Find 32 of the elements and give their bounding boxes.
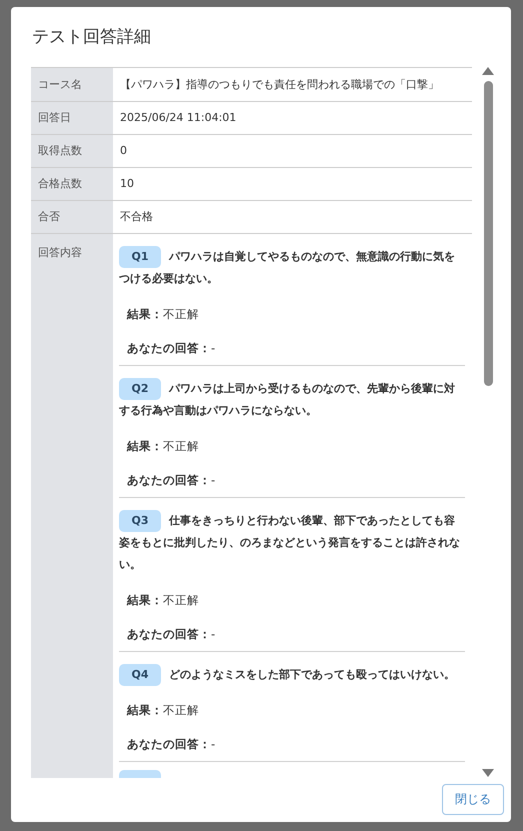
result-text: 結果：不正解 bbox=[126, 702, 200, 718]
question-text: Q2 パワハラは上司から受けるものなので、先輩から後輩に対する行為や言動はパワハラにならない。 bbox=[119, 378, 465, 422]
row-label: 合格点数 bbox=[31, 167, 113, 200]
answer-text: あなたの回答：- bbox=[126, 736, 216, 752]
row-value: 【パワハラ】指導のつもりでも責任を問われる職場での「口撃」 bbox=[113, 68, 472, 101]
result-text: 結果：不正解 bbox=[126, 306, 200, 322]
row-label: 合否 bbox=[31, 200, 113, 233]
question-text: Q4 どのようなミスをした部下であっても殴ってはいけない。 bbox=[119, 664, 465, 686]
question-number: Q1 bbox=[119, 246, 161, 268]
row-value: 2025/06/24 11:04:01 bbox=[113, 101, 472, 134]
scroll-up-icon[interactable] bbox=[482, 67, 494, 75]
row-label: 回答内容 bbox=[31, 233, 113, 778]
answer-text: あなたの回答：- bbox=[126, 626, 216, 642]
row-value: 0 bbox=[113, 134, 472, 167]
question-number: Q4 bbox=[119, 664, 161, 686]
scroll-down-icon[interactable] bbox=[482, 769, 494, 777]
question-number: Q3 bbox=[119, 510, 161, 532]
answer-text: あなたの回答：- bbox=[126, 340, 216, 356]
row-value: 不合格 bbox=[113, 200, 472, 233]
row-value: 10 bbox=[113, 167, 472, 200]
result-text: 結果：不正解 bbox=[126, 438, 200, 454]
row-label: コース名 bbox=[31, 68, 113, 101]
row-label: 取得点数 bbox=[31, 134, 113, 167]
row-label: 回答日 bbox=[31, 101, 113, 134]
scrollbar-thumb[interactable] bbox=[484, 81, 492, 386]
question-number: Q2 bbox=[119, 378, 161, 400]
question-text: Q1 パワハラは自覚してやるものなので、無意識の行動に気をつける必要はない。 bbox=[119, 246, 465, 290]
result-text: 結果：不正解 bbox=[126, 592, 200, 608]
dialog-title: テスト回答詳細 bbox=[31, 26, 152, 49]
close-button[interactable]: 閉じる bbox=[442, 784, 504, 815]
answer-text: あなたの回答：- bbox=[126, 472, 216, 488]
question-text: Q3 仕事をきっちりと行わない後輩、部下であったとしても容姿をもとに批判したり、のろまなどという発言をすることは許されない。 bbox=[119, 510, 465, 576]
